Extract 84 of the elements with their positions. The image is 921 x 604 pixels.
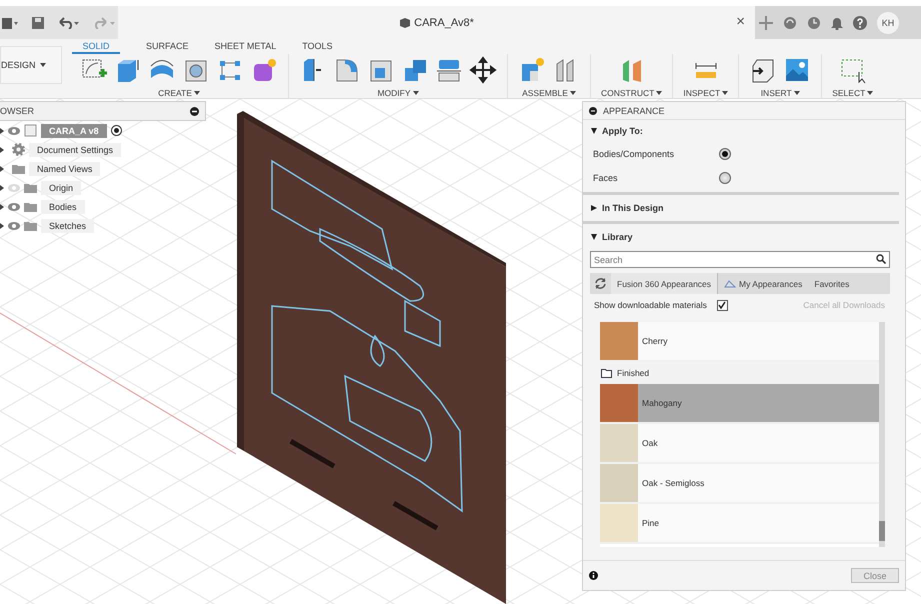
- tool-group-menu[interactable]: ASSEMBLE: [522, 88, 576, 98]
- section-header[interactable]: In This Design: [583, 197, 905, 219]
- file-icon[interactable]: [2, 16, 18, 30]
- caret-icon: [40, 63, 46, 67]
- folder-item[interactable]: Finished: [600, 362, 879, 384]
- section-header[interactable]: Library: [583, 226, 905, 248]
- tool-group-menu[interactable]: MODIFY: [377, 88, 419, 98]
- tool-group-menu[interactable]: CREATE: [158, 88, 200, 98]
- bell-icon[interactable]: [831, 16, 843, 30]
- caret-icon: [412, 91, 419, 95]
- user-avatar[interactable]: KH: [877, 12, 899, 34]
- search-icon[interactable]: [876, 254, 886, 264]
- move-icon[interactable]: [469, 56, 497, 84]
- expand-arrow-icon[interactable]: [0, 166, 4, 172]
- browser-item[interactable]: Document Settings: [29, 142, 122, 156]
- material-item[interactable]: Mahogany: [600, 384, 879, 424]
- active-radio-icon[interactable]: [110, 125, 122, 136]
- expand-arrow-icon[interactable]: [0, 222, 4, 228]
- clock-icon[interactable]: [807, 16, 821, 30]
- material-item[interactable]: Oak - Semigloss: [600, 464, 879, 504]
- browser-item[interactable]: Origin: [41, 180, 82, 194]
- folder-icon: [24, 202, 37, 212]
- save-icon[interactable]: [32, 16, 44, 28]
- caret-icon: [194, 91, 200, 95]
- checkbox-label: Show downloadable materials: [594, 300, 707, 310]
- section-header[interactable]: Apply To:: [583, 120, 905, 142]
- caret-icon: [656, 91, 662, 95]
- eye-icon[interactable]: [8, 202, 20, 210]
- expand-arrow-icon[interactable]: [0, 146, 4, 152]
- tool-group-menu[interactable]: INSPECT: [683, 88, 728, 98]
- component-icon: [24, 124, 37, 137]
- tool-group-menu[interactable]: SELECT: [832, 88, 874, 98]
- caret-icon: [570, 91, 576, 95]
- search-field[interactable]: Search: [590, 251, 890, 268]
- gear-icon: [12, 143, 25, 156]
- option-label: Faces: [593, 173, 619, 183]
- cloud-icon: [724, 280, 736, 288]
- close-tab-button[interactable]: ×: [734, 13, 747, 30]
- browser-item[interactable]: Named Views: [29, 162, 100, 176]
- cube-icon: [399, 17, 410, 28]
- material-item[interactable]: Oak: [600, 424, 879, 464]
- document-title: CARA_Av8*: [399, 16, 474, 28]
- material-item[interactable]: Cherry: [600, 322, 879, 362]
- folder-icon: [24, 182, 37, 192]
- toolbar-tab[interactable]: SHEET METAL: [214, 39, 276, 54]
- radio-button[interactable]: [719, 172, 731, 184]
- radio-button[interactable]: [719, 148, 731, 160]
- collapse-icon[interactable]: [190, 106, 199, 116]
- toolbar-tab[interactable]: SURFACE: [146, 39, 189, 54]
- caret-icon: [794, 91, 800, 95]
- folder-icon: [12, 164, 25, 174]
- panel-title: OWSER: [0, 106, 34, 116]
- help-icon[interactable]: [853, 16, 867, 30]
- expanded-arrow-icon: [591, 128, 597, 134]
- browser-item[interactable]: Sketches: [41, 218, 94, 232]
- checkbox[interactable]: [716, 300, 728, 310]
- caret-icon: [867, 91, 874, 95]
- toolbar-tab[interactable]: TOOLS: [302, 39, 333, 54]
- caret-icon: [722, 91, 728, 95]
- undo-icon[interactable]: [58, 16, 80, 28]
- collapse-icon[interactable]: [589, 106, 597, 114]
- expand-arrow-icon[interactable]: [0, 128, 4, 134]
- scrollbar[interactable]: [879, 322, 885, 547]
- eye-icon[interactable]: [8, 222, 20, 230]
- expanded-arrow-icon: [591, 234, 597, 240]
- material-item[interactable]: Pine: [600, 504, 879, 544]
- tool-group-menu[interactable]: INSERT: [760, 88, 800, 98]
- option-label: Bodies/Components: [593, 149, 676, 159]
- library-tab[interactable]: Fusion 360 Appearances: [611, 273, 718, 294]
- folder-icon: [24, 220, 37, 230]
- library-tab[interactable]: Favorites: [808, 273, 856, 294]
- tool-group-menu[interactable]: CONSTRUCT: [601, 88, 662, 98]
- library-tab[interactable]: My Appearances: [718, 273, 808, 294]
- expand-arrow-icon[interactable]: [0, 204, 4, 210]
- refresh-icon[interactable]: [783, 16, 797, 30]
- workspace-menu[interactable]: DESIGN: [0, 46, 62, 84]
- eye-icon[interactable]: [8, 126, 20, 134]
- browser-item[interactable]: Bodies: [41, 200, 85, 214]
- panel-title: APPEARANCE: [603, 106, 665, 116]
- toolbar-tab[interactable]: SOLID: [72, 39, 120, 54]
- info-icon[interactable]: [589, 571, 598, 580]
- folder-icon: [601, 368, 612, 378]
- expand-arrow-icon[interactable]: [0, 184, 4, 190]
- collapsed-arrow-icon: [591, 205, 597, 211]
